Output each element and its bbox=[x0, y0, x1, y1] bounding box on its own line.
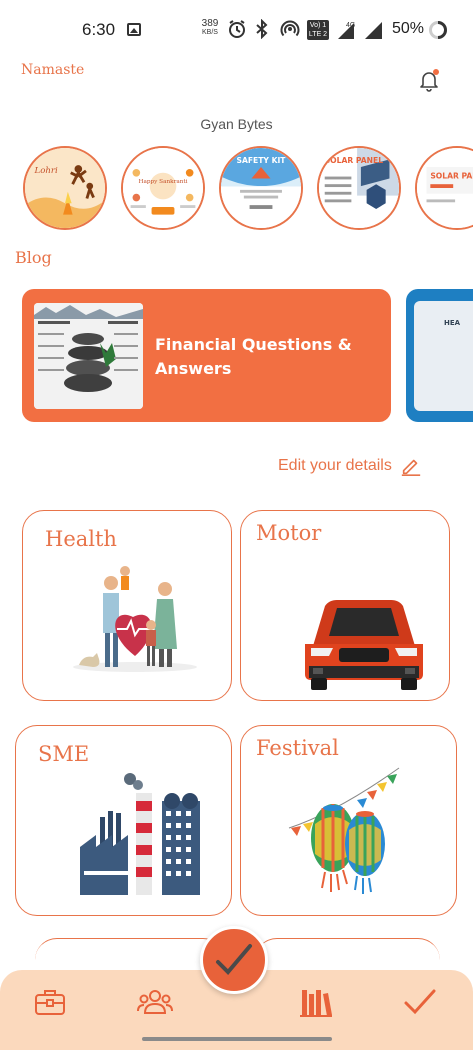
home-indicator[interactable] bbox=[142, 1037, 332, 1041]
battery-percent: 50% bbox=[392, 20, 425, 37]
gyan-byte-label: SOLAR PANEL bbox=[325, 156, 384, 165]
image-notification-icon bbox=[127, 23, 141, 36]
hotspot-icon bbox=[280, 20, 300, 37]
gyan-byte-item[interactable]: SAFETY KIT bbox=[219, 146, 303, 230]
volte-top-label: Vo) 1 bbox=[309, 22, 327, 29]
gyan-byte-item[interactable]: SOLAR PANEL bbox=[317, 146, 401, 230]
library-icon bbox=[300, 990, 332, 1017]
gyan-byte-label: Happy Sankranti bbox=[138, 179, 187, 185]
bell-icon[interactable] bbox=[415, 66, 443, 94]
blog-thumbnail bbox=[34, 303, 143, 409]
family-heart-icon bbox=[73, 566, 197, 672]
status-time: 6:30 bbox=[82, 20, 116, 39]
gyan-byte-label: SAFETY KIT bbox=[236, 156, 286, 165]
festival-tile[interactable]: Festival bbox=[240, 725, 457, 916]
gyan-bytes-title: Gyan Bytes bbox=[200, 116, 273, 132]
volte-indicator: Vo) 1 LTE 2 bbox=[307, 20, 329, 40]
gyan-byte-label: Lohri bbox=[34, 166, 58, 176]
tile-label: Health bbox=[45, 527, 117, 551]
blog-card[interactable]: HEA bbox=[406, 289, 473, 422]
edit-details-label: Edit your details bbox=[278, 457, 392, 474]
blog-title: Blog bbox=[15, 248, 52, 267]
signal-4g-label: 4G bbox=[346, 22, 355, 29]
gyan-byte-label: SOLAR PANEL bbox=[430, 171, 473, 180]
tile-label: SME bbox=[38, 742, 90, 766]
greeting-text: Namaste bbox=[21, 62, 85, 78]
network-speed-value: 389 bbox=[201, 18, 219, 29]
gyan-byte-item[interactable]: SOLAR PANEL bbox=[415, 146, 473, 230]
briefcase-icon bbox=[35, 990, 65, 1015]
checkmark-icon bbox=[404, 989, 436, 1015]
gyan-byte-item[interactable]: Happy Sankranti bbox=[121, 146, 205, 230]
factory-icon bbox=[80, 773, 200, 895]
gyan-byte-item[interactable]: Lohri bbox=[23, 146, 107, 230]
gyan-bytes-carousel[interactable]: Lohri Happy Sankranti SAFETY KIT SOLAR P… bbox=[20, 146, 473, 234]
signal-icon bbox=[365, 22, 382, 39]
people-icon bbox=[137, 990, 173, 1014]
checkmark-icon bbox=[216, 944, 252, 975]
nav-people[interactable] bbox=[133, 982, 177, 1022]
blog-card[interactable]: Financial Questions & Answers bbox=[22, 289, 391, 422]
alarm-icon bbox=[229, 20, 245, 38]
signal-4g-icon: 4G bbox=[338, 22, 355, 39]
notification-dot bbox=[433, 69, 439, 75]
center-action-button[interactable] bbox=[200, 926, 268, 994]
network-speed: 389 KB/S bbox=[199, 19, 221, 37]
blog-card-title: Financial Questions & Answers bbox=[155, 335, 352, 378]
nav-checkmark[interactable] bbox=[398, 982, 442, 1022]
battery-icon bbox=[429, 21, 447, 39]
blog-thumbnail bbox=[414, 301, 473, 411]
network-speed-unit: KB/S bbox=[202, 29, 218, 36]
volte-bottom-label: LTE 2 bbox=[308, 31, 328, 38]
edit-details-link[interactable]: Edit your details bbox=[278, 455, 422, 477]
bluetooth-icon bbox=[256, 19, 268, 39]
lantern-icon bbox=[288, 767, 400, 894]
tile-label: Festival bbox=[256, 736, 339, 760]
car-icon bbox=[305, 600, 423, 690]
motor-tile[interactable]: Motor bbox=[240, 510, 450, 701]
status-bar: 6:30 389 KB/S Vo) 1 LTE 2 4G 50% bbox=[0, 0, 473, 62]
health-tile[interactable]: Health bbox=[22, 510, 232, 701]
sme-tile[interactable]: SME bbox=[15, 725, 232, 916]
tile-label: Motor bbox=[256, 521, 322, 545]
blog-card-title: HEA bbox=[444, 319, 461, 327]
nav-briefcase[interactable] bbox=[28, 982, 72, 1022]
nav-library[interactable] bbox=[294, 982, 338, 1022]
pencil-icon bbox=[401, 459, 421, 476]
